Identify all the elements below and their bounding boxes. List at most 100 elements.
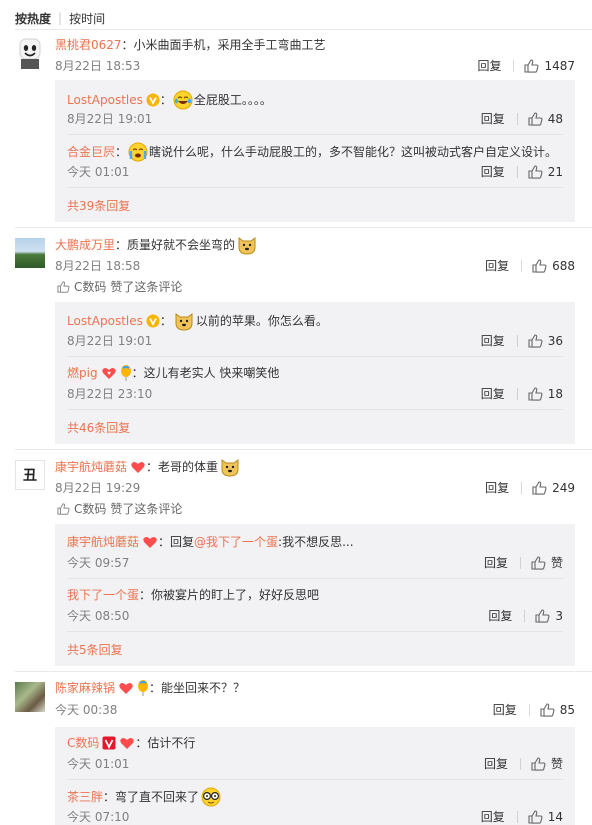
reply-box: LostApostles ： 以前的苹果。你怎么看。 8月22日 19:01 回…: [55, 302, 575, 444]
avatar[interactable]: [15, 238, 45, 268]
reply-button[interactable]: 回复: [488, 608, 512, 624]
like-count: 14: [547, 810, 563, 824]
comment-date: 今天 00:38: [55, 703, 118, 717]
reply-text: 瞎说什么呢，什么手动屁股工的，多不智能化？这叫被动式客户自定义设计。: [149, 145, 558, 159]
reply-text: ：估计不行: [135, 736, 196, 750]
reply-username[interactable]: 康宇航炖蘑菇: [67, 533, 139, 551]
reply-username[interactable]: 我下了一个蛋: [67, 586, 139, 604]
thumbs-up-icon: [540, 703, 555, 717]
like-button[interactable]: 85: [540, 702, 575, 718]
comment-username[interactable]: 康宇航炖蘑菇: [55, 458, 127, 476]
comment-username[interactable]: 黑桃君0627: [55, 36, 122, 54]
comment-actions: 回复 1487: [477, 58, 575, 74]
reply-date: 今天 07:10: [67, 810, 130, 824]
like-button[interactable]: 18: [528, 386, 563, 402]
comment-username[interactable]: 大鹏成万里: [55, 236, 115, 254]
avatar[interactable]: [15, 682, 45, 712]
comment-line: 黑桃君0627 ：小米曲面手机，采用全手工弯曲工艺: [55, 36, 326, 54]
reply-button[interactable]: 回复: [477, 58, 501, 74]
reply-box: LostApostles ： 全屁股工。。。。 8月22日 19:01 回复 4…: [55, 80, 575, 222]
more-replies-link[interactable]: 共46条回复: [67, 420, 130, 436]
avatar[interactable]: 丑: [15, 460, 45, 490]
doge-emoji-icon: [175, 313, 193, 331]
reply-button[interactable]: 回复: [481, 333, 505, 349]
sort-by-time-tab[interactable]: 按时间: [69, 10, 105, 27]
thumbs-up-icon: [528, 165, 543, 179]
liked-by-user[interactable]: C数码: [74, 501, 106, 517]
thumbs-up-icon: [535, 609, 550, 623]
reply-username[interactable]: 燃pig: [67, 364, 98, 382]
thumbs-up-icon: [531, 757, 546, 771]
like-button[interactable]: 赞: [531, 555, 563, 571]
more-replies-link[interactable]: 共39条回复: [67, 198, 130, 214]
thumbs-up-icon: [57, 503, 70, 515]
reply-button[interactable]: 回复: [481, 111, 505, 127]
reply-actions: 回复 赞: [484, 555, 563, 571]
like-button[interactable]: 3: [535, 608, 563, 624]
reply-line: 我下了一个蛋 ：你被宴片的盯上了，好好反思吧: [67, 586, 319, 604]
reply-username[interactable]: LostApostles: [67, 91, 143, 109]
reply-button[interactable]: 回复: [481, 164, 505, 180]
reply-divider: [67, 134, 563, 135]
reply-text-prefix: ：回复: [158, 535, 195, 549]
reply-username[interactable]: 茶三胖: [67, 788, 103, 806]
thumbs-up-icon: [528, 810, 543, 824]
reply-date: 8月22日 19:01: [67, 334, 153, 348]
reply-date: 8月22日 23:10: [67, 387, 153, 401]
reply-button[interactable]: 回复: [484, 555, 508, 571]
thumbs-up-icon: [528, 334, 543, 348]
reply-line: LostApostles ： 以前的苹果。你怎么看。: [67, 310, 328, 332]
reply-divider: [67, 409, 563, 410]
reply-date: 今天 01:01: [67, 757, 130, 771]
fan-badge-icon: ♥: [101, 368, 116, 379]
reply-date: 今天 01:01: [67, 165, 130, 179]
comment-username[interactable]: 陈家麻辣锅: [55, 679, 115, 697]
reply-line: LostApostles ： 全屁股工。。。。: [67, 90, 272, 110]
avatar[interactable]: [15, 37, 45, 69]
reply-username[interactable]: LostApostles: [67, 312, 143, 330]
reply-button[interactable]: 回复: [485, 258, 509, 274]
reply-button[interactable]: 回复: [481, 386, 505, 402]
divider: [15, 449, 592, 450]
reply-actions: 回复 36: [481, 333, 563, 349]
reply-button[interactable]: 回复: [481, 809, 505, 825]
thumbs-up-icon: [57, 281, 70, 293]
thumbs-up-icon: [524, 59, 539, 73]
like-button[interactable]: 赞: [531, 756, 563, 772]
like-button[interactable]: 1487: [524, 58, 575, 74]
mention-link[interactable]: @我下了一个蛋: [194, 533, 278, 551]
like-button[interactable]: 688: [532, 258, 575, 274]
like-button[interactable]: 48: [528, 111, 563, 127]
like-button[interactable]: 36: [528, 333, 563, 349]
reply-button[interactable]: 回复: [493, 702, 517, 718]
reply-button[interactable]: 回复: [484, 756, 508, 772]
comment-text: ：小米曲面手机，采用全手工弯曲工艺: [121, 38, 326, 52]
like-button[interactable]: 14: [528, 809, 563, 825]
like-label: 赞: [550, 757, 563, 771]
liked-by-user[interactable]: C数码: [74, 279, 106, 295]
like-button[interactable]: 21: [528, 164, 563, 180]
reply-date: 8月22日 19:01: [67, 112, 153, 126]
sort-by-hot-tab[interactable]: 按热度: [15, 10, 51, 27]
reply-username[interactable]: C数码: [67, 734, 99, 752]
thumbs-up-icon: [528, 387, 543, 401]
reply-text: :我不想反思...: [278, 535, 354, 549]
reply-button[interactable]: 回复: [485, 480, 509, 496]
comment-line: 康宇航炖蘑菇 ：老哥的体重: [55, 456, 242, 478]
more-replies-link[interactable]: 共5条回复: [67, 642, 123, 658]
comment-date: 8月22日 18:58: [55, 259, 141, 273]
comment-text: ：能坐回来不？？: [149, 681, 246, 695]
doge-emoji-icon: [221, 459, 239, 477]
reply-divider: [67, 578, 563, 579]
comment-line: 陈家麻辣锅 ：能坐回来不？？: [55, 679, 245, 697]
reply-username[interactable]: 合金巨屄: [67, 143, 115, 161]
reply-text: 以前的苹果。你怎么看。: [195, 314, 328, 328]
reply-box: C数码 ：估计不行 今天 01:01 回复 赞 茶三胖 ：弯了直不回来了 今天 …: [55, 727, 575, 825]
comment-text: ：质量好就不会坐弯的: [115, 238, 236, 252]
reply-line: 合金巨屄 ： 瞎说什么呢，什么手动屁股工的，多不智能化？这叫被动式客户自定义设计…: [67, 142, 557, 162]
like-button[interactable]: 249: [532, 480, 575, 496]
like-label: 赞: [550, 556, 563, 570]
reply-text: ：弯了直不回来了: [103, 790, 200, 804]
vip-v-badge-icon: [146, 314, 160, 328]
divider: [15, 29, 592, 30]
